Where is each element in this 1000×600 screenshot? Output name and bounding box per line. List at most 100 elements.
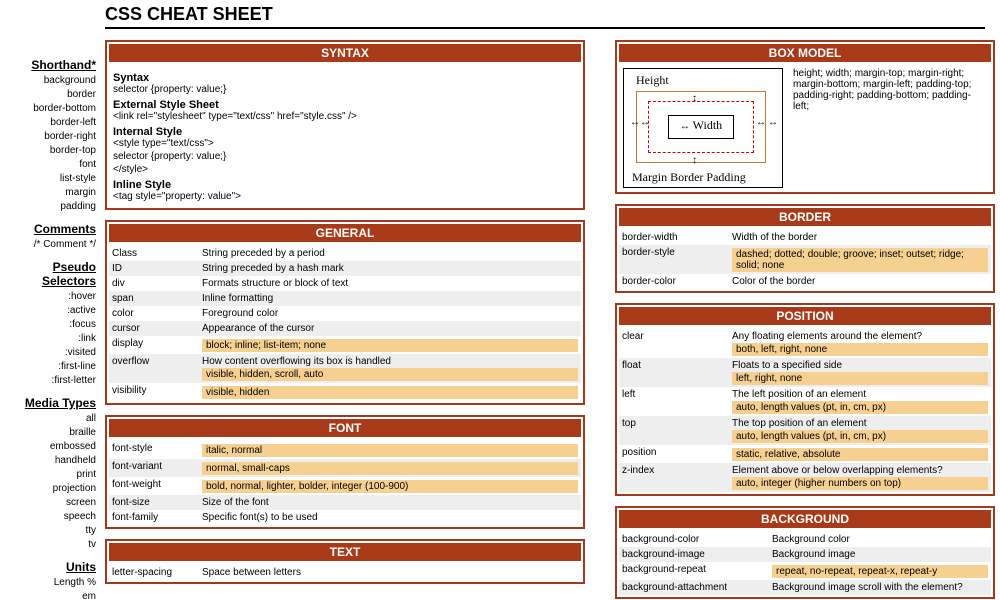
sidebar-item: embossed [4,440,96,454]
prop-desc: The left position of an elementauto, len… [729,387,991,416]
prop-name: background-color [619,532,769,547]
prop-desc: String preceded by a period [199,246,581,261]
prop-desc: bold, normal, lighter, bolder, integer (… [199,477,581,495]
prop-name: letter-spacing [109,565,199,580]
syntax-h1: Syntax [113,72,577,84]
prop-name: display [109,336,199,354]
units-list: Length %empt [4,576,96,600]
table-row: cursorAppearance of the cursor [109,321,581,336]
syntax-h4: Inline Style [113,179,577,191]
prop-name: font-style [109,441,199,459]
general-card: GENERAL ClassString preceded by a period… [105,220,585,405]
table-row: clearAny floating elements around the el… [619,329,991,358]
prop-name: background-image [619,547,769,562]
table-row: visibilityvisible, hidden [109,383,581,401]
prop-desc: Floats to a specified sideleft, right, n… [729,358,991,387]
prop-desc: Size of the font [199,495,581,510]
syntax-h2: External Style Sheet [113,99,577,111]
general-title: GENERAL [109,224,581,242]
sidebar-item: speech [4,510,96,524]
table-row: IDString preceded by a hash mark [109,261,581,276]
prop-desc: italic, normal [199,441,581,459]
position-table: clearAny floating elements around the el… [619,329,991,492]
table-row: spanInline formatting [109,291,581,306]
background-card: BACKGROUND background-colorBackground co… [615,506,995,599]
prop-desc: dashed; dotted; double; groove; inset; o… [729,245,991,274]
table-row: overflowHow content overflowing its box … [109,354,581,383]
prop-desc: Color of the border [729,274,991,289]
sidebar-item: font [4,158,96,172]
prop-desc: Inline formatting [199,291,581,306]
prop-options: italic, normal [202,444,578,457]
prop-desc: Background image [769,547,991,562]
table-row: font-variantnormal, small-caps [109,459,581,477]
sidebar-item: border-bottom [4,102,96,116]
prop-options: auto, length values (pt, in, cm, px) [732,430,988,443]
pseudo-list: :hover:active:focus:link:visited:first-l… [4,290,96,388]
sidebar-item: screen [4,496,96,510]
sidebar-item: all [4,412,96,426]
table-row: leftThe left position of an elementauto,… [619,387,991,416]
prop-desc: visible, hidden [199,383,581,401]
table-row: background-colorBackground color [619,532,991,547]
shorthand-heading: Shorthand* [4,58,96,72]
sidebar-item: background [4,74,96,88]
font-table: font-styleitalic, normal font-variantnorm… [109,441,581,525]
sidebar-item: :first-letter [4,374,96,388]
prop-name: background-attachment [619,580,769,595]
prop-options: bold, normal, lighter, bolder, integer (… [202,480,578,493]
boxmodel-diagram: Height ↔ Width ↔ ↔ ↔ ↔ ↕ ↕ Margin Border… [623,68,783,188]
font-title: FONT [109,419,581,437]
border-title: BORDER [619,208,991,226]
prop-desc: normal, small-caps [199,459,581,477]
font-card: FONT font-styleitalic, normal font-varian… [105,415,585,529]
prop-desc: Formats structure or block of text [199,276,581,291]
prop-options: auto, integer (higher numbers on top) [732,477,988,490]
syntax-c3b: selector {property: value;} [113,151,577,162]
prop-name: ID [109,261,199,276]
border-card: BORDER border-widthWidth of the borderbo… [615,204,995,293]
prop-name: visibility [109,383,199,401]
table-row: z-indexElement above or below overlappin… [619,463,991,492]
prop-desc: Specific font(s) to be used [199,510,581,525]
syntax-c2: <link rel="stylesheet" type="text/css" h… [113,111,577,122]
prop-name: background-repeat [619,562,769,580]
prop-desc: Background color [769,532,991,547]
table-row: font-sizeSize of the font [109,495,581,510]
bm-bottom-label: Margin Border Padding [632,170,746,185]
pseudo-heading: Pseudo Selectors [4,260,96,288]
prop-name: cursor [109,321,199,336]
media-list: allbrailleembossedhandheldprintprojectio… [4,412,96,552]
prop-desc: The top position of an elementauto, leng… [729,416,991,445]
prop-desc: How content overflowing its box is handl… [199,354,581,383]
prop-name: color [109,306,199,321]
text-card: TEXT letter-spacingSpace between letters [105,539,585,584]
table-row: floatFloats to a specified sideleft, rig… [619,358,991,387]
sidebar-item: border-top [4,144,96,158]
table-row: font-familySpecific font(s) to be used [109,510,581,525]
prop-options: both, left, right, none [732,343,988,356]
media-heading: Media Types [4,396,96,410]
sidebar-item: Length % [4,576,96,590]
table-row: background-attachmentBackground image sc… [619,580,991,595]
shorthand-list: backgroundborderborder-bottomborder-left… [4,74,96,214]
prop-name: border-color [619,274,729,289]
background-table: background-colorBackground colorbackgrou… [619,532,991,595]
prop-desc: repeat, no-repeat, repeat-x, repeat-y [769,562,991,580]
table-row: border-styledashed; dotted; double; groo… [619,245,991,274]
prop-options: normal, small-caps [202,462,578,475]
prop-name: border-style [619,245,729,274]
text-table: letter-spacingSpace between letters [109,565,581,580]
prop-desc: Foreground color [199,306,581,321]
prop-options: visible, hidden [202,386,578,399]
table-row: divFormats structure or block of text [109,276,581,291]
prop-desc: static, relative, absolute [729,445,991,463]
sidebar-item: margin [4,186,96,200]
prop-name: div [109,276,199,291]
table-row: font-weightbold, normal, lighter, bolder… [109,477,581,495]
prop-name: span [109,291,199,306]
prop-options: left, right, none [732,372,988,385]
column-right: BOX MODEL Height ↔ Width ↔ ↔ ↔ ↔ ↕ ↕ Mar… [615,40,995,600]
table-row: border-widthWidth of the border [619,230,991,245]
table-row: positionstatic, relative, absolute [619,445,991,463]
